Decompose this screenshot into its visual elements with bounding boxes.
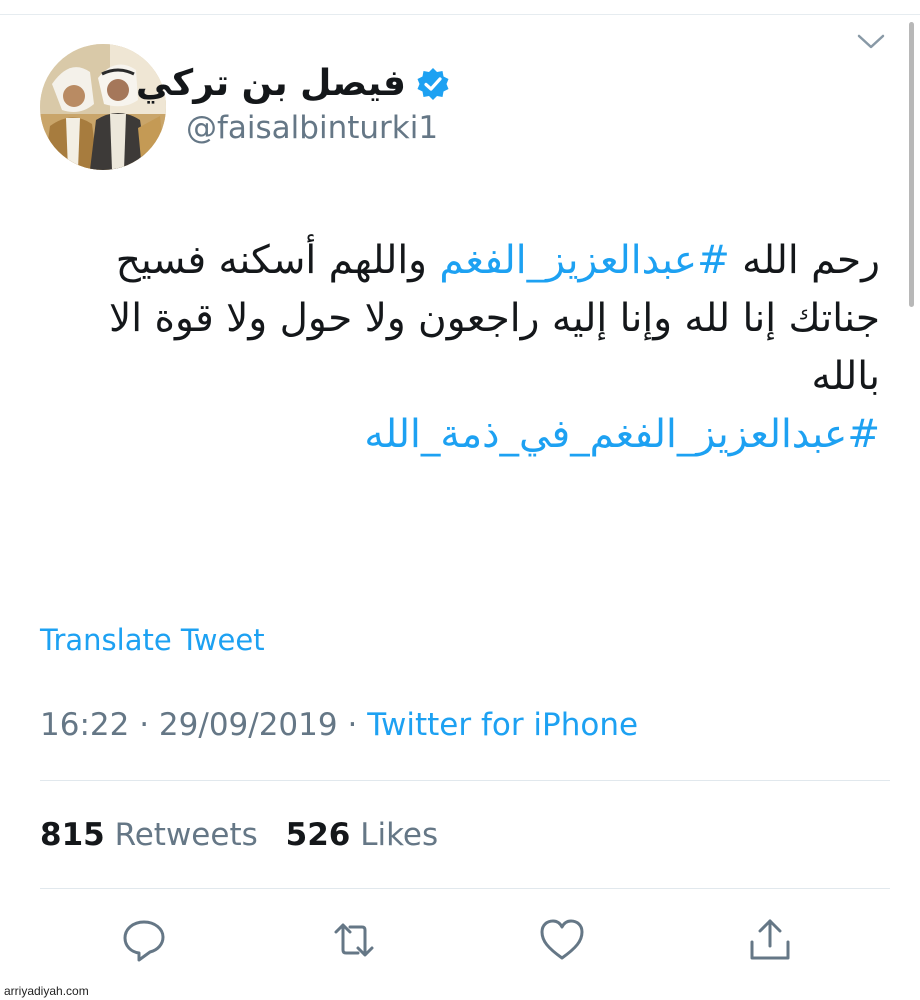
display-name[interactable]: فيصل بن تركي — [136, 62, 406, 106]
meta-separator: · — [139, 707, 150, 743]
author-name-row: فيصل بن تركي — [136, 62, 450, 106]
tweet-stats: 815 Retweets 526 Likes — [40, 814, 456, 856]
translate-tweet-link[interactable]: Translate Tweet — [40, 620, 265, 660]
retweets-count: 815 — [40, 817, 105, 853]
tweet-time[interactable]: 16:22 — [40, 707, 129, 743]
tweet-text: رحم الله #عبدالعزيز_الفغم واللهم أسكنه ف… — [40, 232, 880, 464]
action-bar — [40, 916, 890, 970]
hashtag-link[interactable]: #عبدالعزيز_الفغم — [439, 238, 729, 283]
chevron-down-icon[interactable] — [856, 30, 886, 52]
share-icon[interactable] — [746, 916, 794, 964]
retweet-icon[interactable] — [330, 916, 378, 964]
author-handle[interactable]: @faisalbinturki1 — [186, 108, 438, 148]
divider — [40, 888, 890, 889]
retweets-label: Retweets — [114, 817, 258, 853]
likes-label: Likes — [360, 817, 439, 853]
tweet-meta: 16:22 · 29/09/2019 · Twitter for iPhone — [40, 704, 638, 746]
divider — [40, 780, 890, 781]
tweet-source-link[interactable]: Twitter for iPhone — [367, 707, 638, 743]
likes-count: 526 — [285, 817, 351, 853]
verified-badge-icon — [416, 67, 450, 101]
retweets-stat[interactable]: 815 Retweets — [40, 817, 258, 853]
meta-separator: · — [347, 707, 358, 743]
scrollbar[interactable] — [909, 22, 914, 307]
tweet-text-part: رحم الله — [729, 238, 880, 283]
tweet-detail-screen: فيصل بن تركي @faisalbinturki1 رحم الله #… — [0, 0, 920, 1000]
likes-stat[interactable]: 526 Likes — [286, 817, 439, 853]
top-divider — [0, 14, 920, 15]
watermark: arriyadiyah.com — [4, 984, 89, 998]
reply-icon[interactable] — [120, 916, 168, 964]
heart-icon[interactable] — [538, 916, 586, 964]
tweet-date[interactable]: 29/09/2019 — [159, 707, 338, 743]
hashtag-link[interactable]: #عبدالعزيز_الفغم_في_ذمة_الله — [364, 412, 880, 457]
